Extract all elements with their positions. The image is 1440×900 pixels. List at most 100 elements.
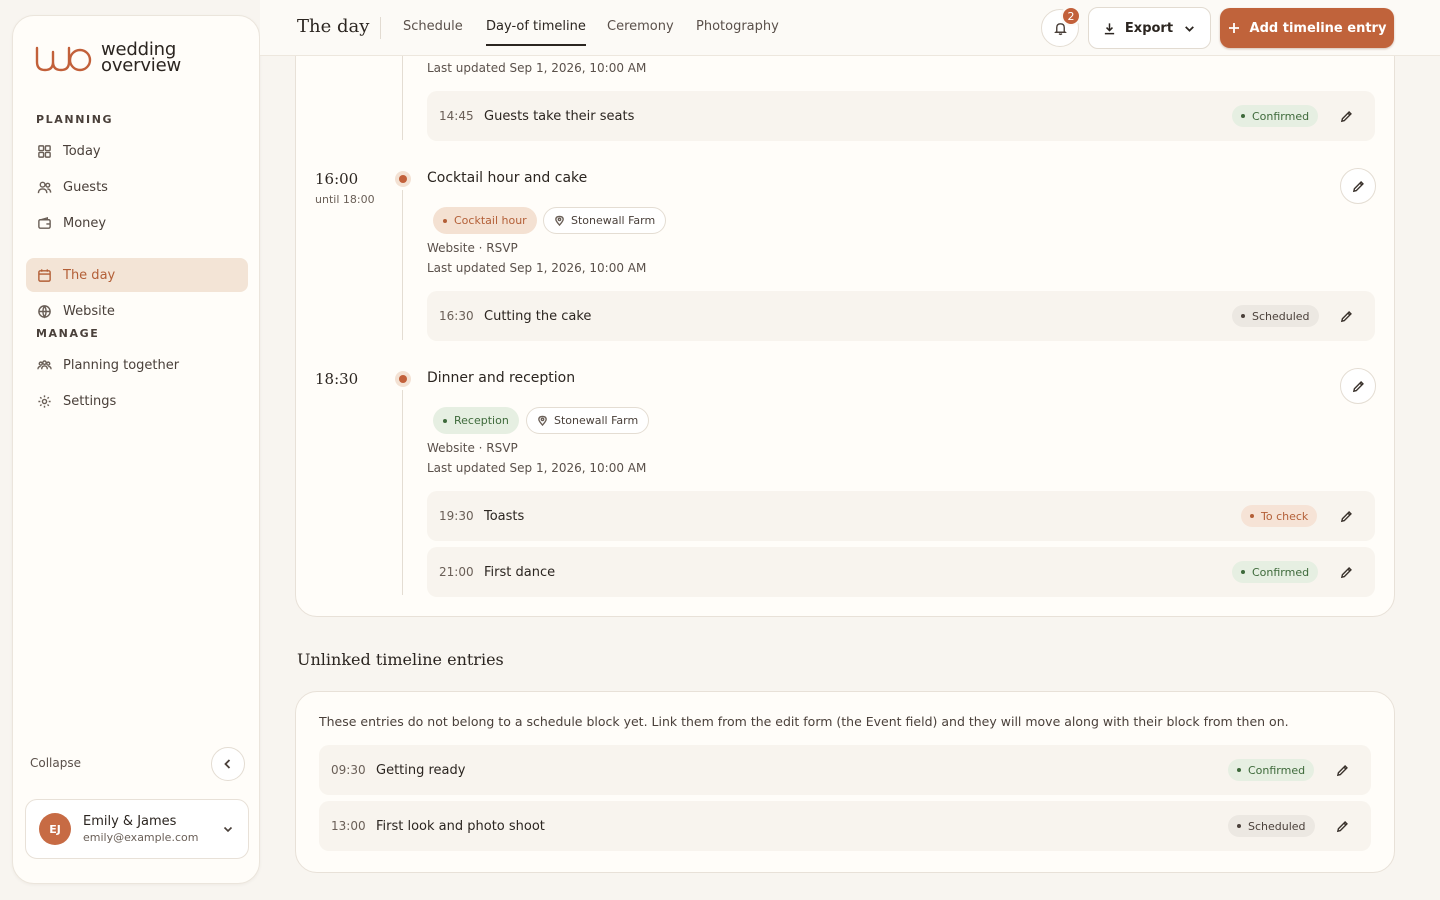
sidebar-item-label: The day [63,267,116,283]
sidebar-item-the-day[interactable]: The day [26,258,248,292]
sidebar-item-label: Website [63,303,115,319]
chevron-down-icon [1185,25,1194,32]
sidebar-item-planning-together[interactable]: Planning together [26,348,248,382]
brand-name: wedding overview [101,41,181,76]
status-label: To check [1261,509,1309,523]
timeline-connector [402,190,403,340]
pencil-icon [1340,110,1352,122]
category-label: Reception [454,414,509,427]
sidebar-item-today[interactable]: Today [26,134,248,168]
manage-section-title: MANAGE [36,327,100,340]
sidebar-item-guests[interactable]: Guests [26,170,248,204]
users-icon [37,181,52,193]
pencil-icon [1340,310,1352,322]
unlinked-entry-row[interactable]: 13:00 First look and photo shoot Schedul… [319,801,1371,851]
sidebar-item-money[interactable]: Money [26,206,248,240]
category-chip: Reception [433,407,519,434]
sidebar-item-website[interactable]: Website [26,294,248,328]
brand-line-2: overview [101,55,181,76]
timeline-connector [402,390,403,595]
edit-entry-button[interactable] [1333,817,1351,835]
notification-count-badge: 2 [1061,6,1081,26]
planning-section-title: PLANNING [36,113,114,126]
title-divider [380,17,381,39]
user-email: emily@example.com [83,831,199,844]
logo-mark-icon [35,46,92,72]
location-chip: Stonewall Farm [526,407,650,434]
status-label: Confirmed [1252,565,1310,579]
add-timeline-entry-label: Add timeline entry [1249,20,1387,36]
gear-icon [38,394,51,408]
block-title: Cocktail hour and cake [427,170,588,186]
block-start-time: 16:00 [315,170,359,188]
unlinked-section-title: Unlinked timeline entries [297,650,504,669]
edit-entry-button[interactable] [1337,563,1355,581]
timeline-entry-row[interactable]: 14:45 Guests take their seats Confirmed [427,91,1375,141]
status-label: Confirmed [1248,763,1306,777]
status-label: Confirmed [1252,109,1310,123]
globe-icon [38,304,51,319]
entry-time: 21:00 [439,565,474,579]
tab-photography[interactable]: Photography [696,19,779,34]
edit-entry-button[interactable] [1337,507,1355,525]
chevron-down-icon [223,826,233,833]
status-badge: Confirmed [1232,561,1319,583]
location-label: Stonewall Farm [554,414,639,427]
status-badge: To check [1241,505,1318,527]
timeline-entry-row[interactable]: 21:00 First dance Confirmed [427,547,1375,597]
block-title: Dinner and reception [427,370,576,386]
edit-entry-button[interactable] [1337,107,1355,125]
entry-time: 16:30 [439,309,474,323]
collapse-sidebar-button[interactable] [211,747,245,781]
entry-title: First look and photo shoot [376,818,545,834]
timeline-entry-row[interactable]: 16:30 Cutting the cake Scheduled [427,291,1375,341]
status-badge: Scheduled [1232,305,1319,327]
pencil-icon [1340,510,1352,522]
sidebar-item-label: Settings [63,393,117,409]
grid-icon [38,144,51,158]
export-button[interactable]: Export [1088,7,1211,49]
sidebar: wedding overview PLANNING Today Guests M… [12,15,260,884]
block-updated-meta: Last updated Sep 1, 2026, 10:00 AM [427,461,647,475]
timeline-entry-row[interactable]: 19:30 Toasts To check [427,491,1375,541]
user-menu[interactable]: EJ Emily & James emily@example.com [25,799,249,859]
tab-schedule[interactable]: Schedule [403,19,463,34]
location-label: Stonewall Farm [571,214,656,227]
status-label: Scheduled [1248,819,1306,833]
brand-logo[interactable]: wedding overview [33,40,181,76]
tab-ceremony[interactable]: Ceremony [607,19,674,34]
location-chip: Stonewall Farm [543,207,667,234]
edit-entry-button[interactable] [1337,307,1355,325]
sidebar-item-label: Guests [63,179,108,195]
add-timeline-entry-button[interactable]: Add timeline entry [1220,8,1394,48]
entry-time: 19:30 [439,509,474,523]
unlinked-entry-row[interactable]: 09:30 Getting ready Confirmed [319,745,1371,795]
page-title: The day [297,16,370,37]
map-pin-icon [555,215,564,226]
edit-entry-button[interactable] [1333,761,1351,779]
top-bar: The day Schedule Day-of timeline Ceremon… [260,0,1440,56]
edit-block-button[interactable] [1340,168,1376,204]
sidebar-item-label: Money [63,215,107,231]
edit-block-button[interactable] [1340,368,1376,404]
sidebar-item-label: Planning together [63,357,180,373]
tab-day-of-timeline[interactable]: Day-of timeline [486,19,586,46]
collapse-label: Collapse [30,756,81,770]
timeline-dot [395,171,411,187]
plus-icon [1228,23,1239,33]
block-source-meta: Website · RSVP [427,241,518,255]
status-label: Scheduled [1252,309,1310,323]
sidebar-item-settings[interactable]: Settings [26,384,248,418]
status-badge: Confirmed [1232,105,1319,127]
entry-title: Getting ready [376,762,466,778]
entry-title: First dance [484,564,556,580]
wallet-icon [38,216,51,229]
pencil-icon [1340,566,1352,578]
timeline-dot [395,371,411,387]
block-updated-meta: Last updated Sep 1, 2026, 10:00 AM [427,61,647,75]
entry-title: Toasts [484,508,525,524]
pencil-icon [1352,380,1364,392]
category-chip: Cocktail hour [433,207,537,234]
pencil-icon [1336,764,1348,776]
category-label: Cocktail hour [454,214,527,227]
